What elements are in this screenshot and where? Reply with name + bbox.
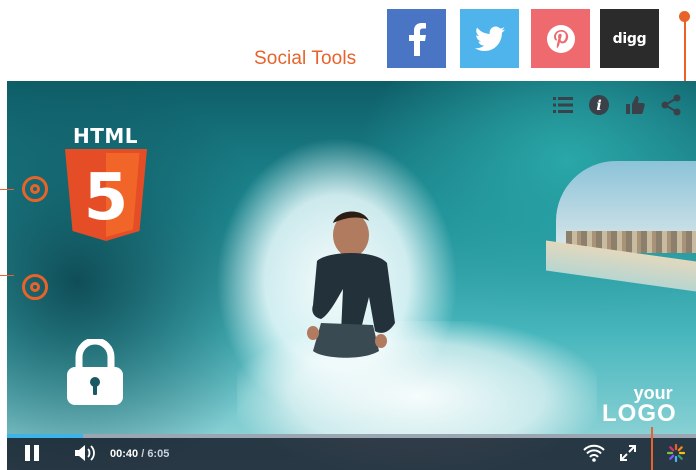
hotspot-marker[interactable]: [22, 274, 48, 300]
pause-button[interactable]: [24, 444, 40, 462]
info-icon[interactable]: i: [587, 93, 611, 117]
digg-share-button[interactable]: digg: [600, 9, 659, 68]
html5-label: HTML: [73, 124, 139, 148]
player-control-bar: 00:40 / 6:05: [7, 434, 696, 470]
settings-button[interactable]: [667, 444, 685, 462]
html5-shield-icon: 5: [65, 149, 147, 241]
duration: / 6:05: [141, 448, 170, 460]
surfer-figure: [307, 211, 395, 358]
twitter-icon: [474, 26, 505, 51]
like-icon[interactable]: [623, 93, 647, 117]
share-icon[interactable]: [659, 93, 683, 117]
playlist-icon[interactable]: [551, 93, 575, 117]
quality-button[interactable]: [583, 444, 605, 462]
digg-icon: digg: [612, 30, 647, 47]
lock-icon: [67, 339, 123, 405]
pause-icon: [25, 445, 39, 461]
svg-text:i: i: [596, 98, 601, 114]
social-tools-label: Social Tools: [254, 48, 357, 69]
facebook-icon: [408, 22, 426, 56]
pinterest-share-button[interactable]: [531, 9, 590, 68]
color-burst-icon: [667, 444, 685, 462]
fullscreen-icon: [620, 445, 636, 461]
twitter-share-button[interactable]: [460, 9, 519, 68]
volume-button[interactable]: [74, 444, 96, 462]
progress-bar[interactable]: [7, 434, 696, 438]
video-player[interactable]: i HTML 5 your LOGO 00:40 / 6:05: [7, 81, 696, 470]
pinterest-icon: [546, 24, 575, 53]
brand-logo: your LOGO: [602, 383, 677, 427]
time-display: 00:40 / 6:05: [110, 448, 169, 460]
callout-line: [651, 427, 653, 470]
fullscreen-button[interactable]: [619, 444, 637, 462]
hotspot-marker[interactable]: [22, 176, 48, 202]
volume-icon: [75, 445, 95, 461]
current-time: 00:40: [110, 448, 139, 460]
wifi-icon: [583, 444, 605, 462]
html5-number: 5: [84, 161, 129, 235]
callout-line: [0, 177, 14, 190]
progress-fill: [7, 434, 83, 438]
facebook-share-button[interactable]: [387, 9, 446, 68]
callout-line: [0, 275, 14, 288]
